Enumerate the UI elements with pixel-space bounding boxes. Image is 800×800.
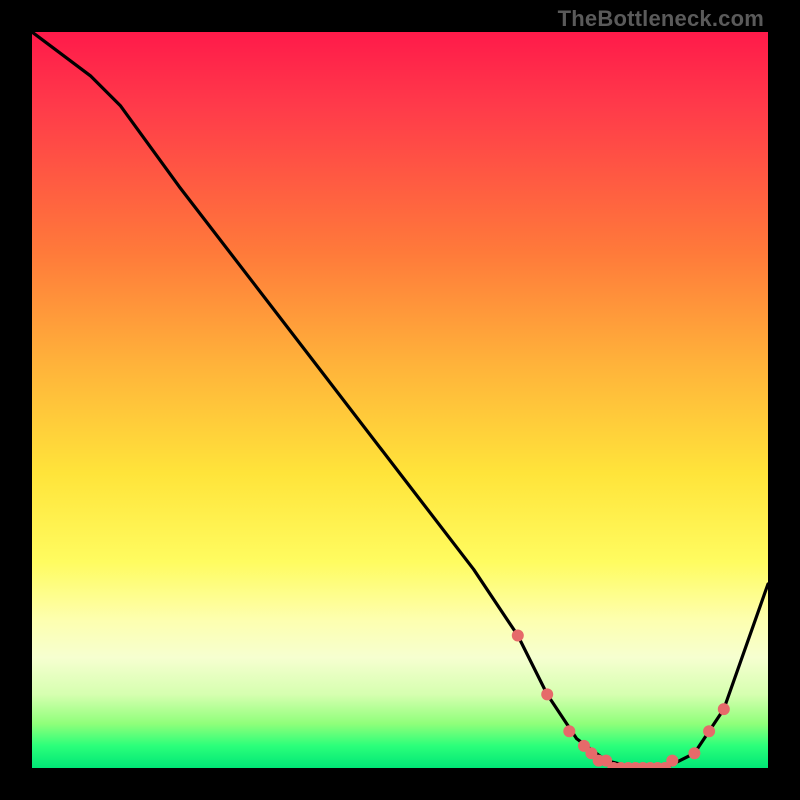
curve-marker xyxy=(688,747,700,759)
curve-marker xyxy=(666,755,678,767)
attribution-text: TheBottleneck.com xyxy=(558,6,764,32)
curve-marker xyxy=(563,725,575,737)
chart-svg xyxy=(32,32,768,768)
curve-marker xyxy=(541,688,553,700)
curve-marker xyxy=(703,725,715,737)
curve-marker xyxy=(718,703,730,715)
bottleneck-curve xyxy=(32,32,768,768)
curve-marker xyxy=(512,630,524,642)
chart-canvas xyxy=(32,32,768,768)
